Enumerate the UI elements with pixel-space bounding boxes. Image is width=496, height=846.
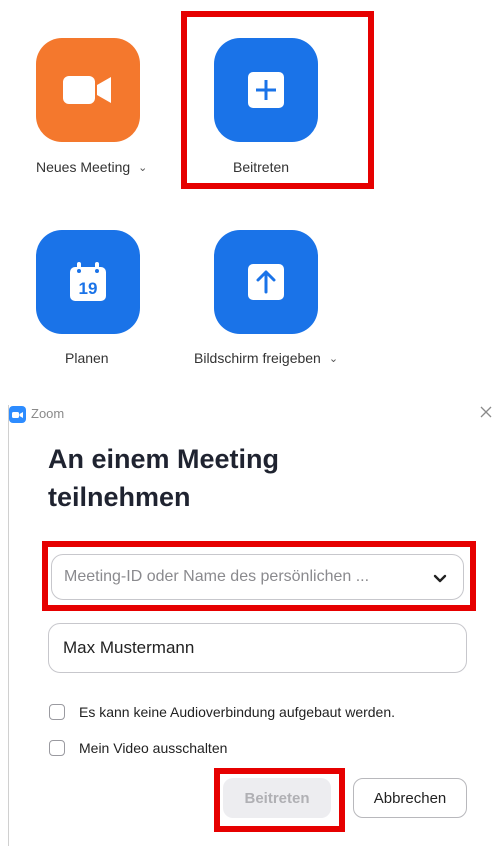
close-icon[interactable] [478,404,494,420]
share-screen-tile[interactable] [214,230,318,334]
calendar-day-text: 19 [79,279,98,298]
video-camera-icon [63,76,111,104]
chevron-down-icon[interactable]: ⌄ [329,353,338,365]
display-name-value: Max Mustermann [63,638,195,657]
new-meeting-tile[interactable] [36,38,140,142]
no-audio-checkbox[interactable] [49,704,65,720]
dialog-title-line1: An einem Meeting [48,444,280,474]
window-title: Zoom [31,406,65,421]
zoom-app-icon [9,406,26,423]
join-highlight [181,11,374,189]
dialog-title-line2: teilnehmen [48,482,191,512]
join-button-highlight [214,768,345,832]
schedule-label[interactable]: Planen [65,350,109,366]
upload-arrow-icon [248,264,284,300]
video-off-checkbox[interactable] [49,740,65,756]
display-name-input[interactable]: Max Mustermann [48,623,467,673]
video-off-label[interactable]: Mein Video ausschalten [79,740,227,756]
chevron-down-icon[interactable]: ⌄ [138,162,147,174]
calendar-icon: 19 [70,262,106,301]
new-meeting-label[interactable]: Neues Meeting ⌄ [36,159,147,175]
share-screen-label[interactable]: Bildschirm freigeben ⌄ [194,350,338,366]
dialog-left-border [8,405,9,846]
schedule-tile[interactable]: 19 [36,230,140,334]
no-audio-label[interactable]: Es kann keine Audioverbindung aufgebaut … [79,704,395,720]
meeting-id-highlight [42,541,476,611]
cancel-button[interactable]: Abbrechen [353,778,467,818]
dialog-title: An einem Meeting teilnehmen [48,440,279,516]
